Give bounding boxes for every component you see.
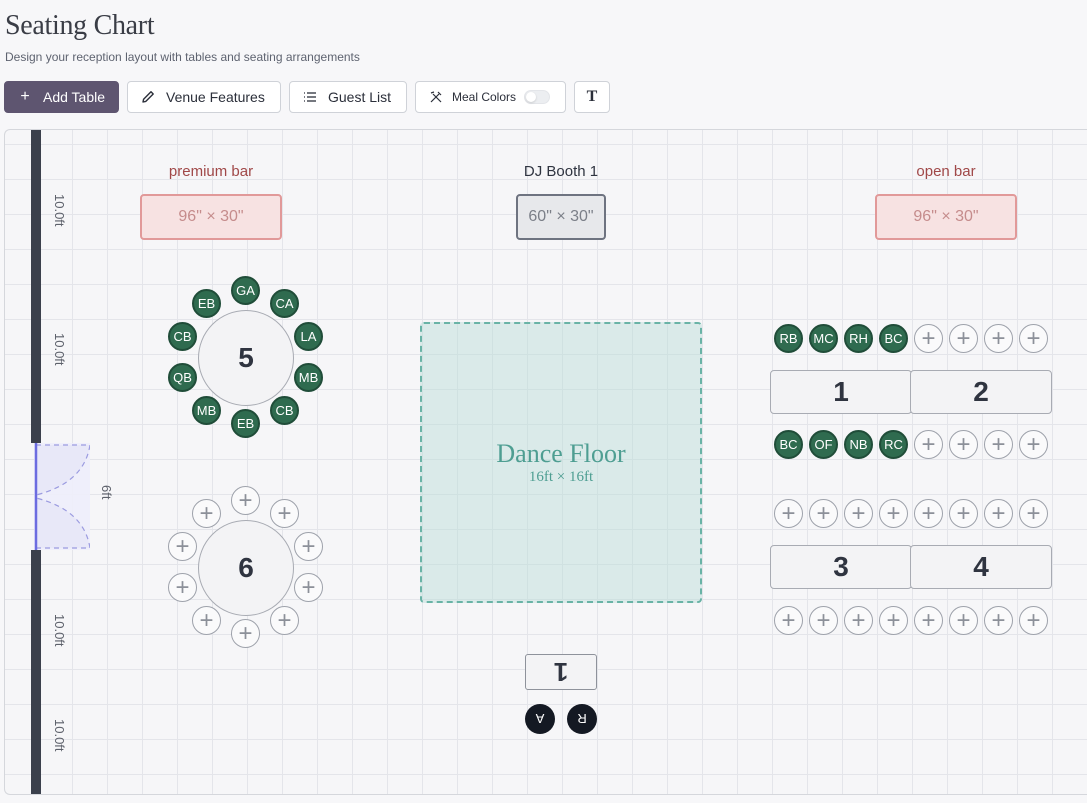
rect-table[interactable]: 2 <box>910 370 1052 414</box>
add-seat-button[interactable]: + <box>270 606 299 635</box>
seat-filled[interactable]: LA <box>294 322 323 351</box>
add-seat-button[interactable]: + <box>949 606 978 635</box>
page-subtitle: Design your reception layout with tables… <box>5 50 360 64</box>
seat-filled[interactable]: MC <box>809 324 838 353</box>
add-seat-button[interactable]: + <box>1019 430 1048 459</box>
add-table-label: Add Table <box>43 89 106 105</box>
seat-filled[interactable]: BC <box>774 430 803 459</box>
seat-filled[interactable]: CB <box>168 322 197 351</box>
meal-colors-toggle[interactable] <box>524 90 551 104</box>
add-seat-button[interactable]: + <box>168 573 197 602</box>
add-seat-button[interactable]: + <box>844 499 873 528</box>
add-seat-button[interactable]: + <box>949 324 978 353</box>
add-seat-button[interactable]: + <box>809 499 838 528</box>
meal-colors-button[interactable]: Meal Colors <box>415 81 566 113</box>
guest-list-label: Guest List <box>328 89 392 105</box>
meal-colors-label: Meal Colors <box>452 90 517 104</box>
seat-filled[interactable]: MB <box>294 363 323 392</box>
dj-booth[interactable]: 60" × 30" <box>516 194 606 240</box>
guest-list-button[interactable]: Guest List <box>289 81 407 113</box>
dance-floor-size: 16ft × 16ft <box>528 469 594 485</box>
wall-lower <box>31 550 41 794</box>
wall-length-label: 10.0ft <box>52 194 67 227</box>
seat-filled[interactable]: EB <box>231 409 260 438</box>
add-seat-button[interactable]: + <box>984 499 1013 528</box>
seat-filled[interactable]: BC <box>879 324 908 353</box>
add-seat-button[interactable]: + <box>774 499 803 528</box>
seat-filled[interactable]: RB <box>774 324 803 353</box>
add-seat-button[interactable]: + <box>879 606 908 635</box>
add-seat-button[interactable]: + <box>192 499 221 528</box>
dj-booth-label: DJ Booth 1 <box>523 163 599 180</box>
head-table-seat[interactable]: R <box>567 704 597 734</box>
door-width-label: 6ft <box>99 485 114 500</box>
add-seat-button[interactable]: + <box>949 430 978 459</box>
seat-filled[interactable]: MB <box>192 396 221 425</box>
seat-filled[interactable]: EB <box>192 289 221 318</box>
add-seat-button[interactable]: + <box>879 499 908 528</box>
wall-length-label: 10.0ft <box>52 333 67 366</box>
add-seat-button[interactable]: + <box>914 430 943 459</box>
venue-features-button[interactable]: Venue Features <box>127 81 281 113</box>
head-table-seat[interactable]: A <box>525 704 555 734</box>
open-bar[interactable]: 96" × 30" <box>875 194 1017 240</box>
add-seat-button[interactable]: + <box>231 619 260 648</box>
add-seat-button[interactable]: + <box>1019 499 1048 528</box>
toolbar: + Add Table Venue Features Guest List Me… <box>4 81 610 113</box>
add-seat-button[interactable]: + <box>294 532 323 561</box>
add-seat-button[interactable]: + <box>192 606 221 635</box>
wall-upper <box>31 130 41 443</box>
add-seat-button[interactable]: + <box>984 324 1013 353</box>
seat-filled[interactable]: GA <box>231 276 260 305</box>
add-seat-button[interactable]: + <box>270 499 299 528</box>
premium-bar-label: premium bar <box>168 163 254 180</box>
seat-filled[interactable]: RH <box>844 324 873 353</box>
add-seat-button[interactable]: + <box>984 606 1013 635</box>
add-seat-button[interactable]: + <box>294 573 323 602</box>
seat-filled[interactable]: OF <box>809 430 838 459</box>
head-table[interactable]: 1 <box>525 654 597 690</box>
add-seat-button[interactable]: + <box>914 606 943 635</box>
add-seat-button[interactable]: + <box>231 486 260 515</box>
seat-filled[interactable]: RC <box>879 430 908 459</box>
add-seat-button[interactable]: + <box>809 606 838 635</box>
round-table[interactable]: 6 <box>198 520 294 616</box>
seat-filled[interactable]: CA <box>270 289 299 318</box>
add-seat-button[interactable]: + <box>914 324 943 353</box>
venue-features-label: Venue Features <box>166 89 265 105</box>
seat-filled[interactable]: NB <box>844 430 873 459</box>
door-icon[interactable] <box>34 443 90 550</box>
dance-floor-name: Dance Floor <box>496 439 626 468</box>
add-seat-button[interactable]: + <box>774 606 803 635</box>
utensils-icon <box>428 90 444 104</box>
add-seat-button[interactable]: + <box>1019 324 1048 353</box>
add-seat-button[interactable]: + <box>984 430 1013 459</box>
add-seat-button[interactable]: + <box>844 606 873 635</box>
dance-floor[interactable]: Dance Floor 16ft × 16ft <box>420 322 702 603</box>
seat-filled[interactable]: QB <box>168 363 197 392</box>
page-title: Seating Chart <box>5 10 155 41</box>
add-seat-button[interactable]: + <box>949 499 978 528</box>
list-icon <box>302 89 318 105</box>
pencil-icon <box>140 89 156 105</box>
add-table-button[interactable]: + Add Table <box>4 81 119 113</box>
floor-plan-canvas[interactable]: 10.0ft 10.0ft 10.0ft 10.0ft 6ft premium … <box>4 129 1087 795</box>
seat-filled[interactable]: CB <box>270 396 299 425</box>
plus-icon: + <box>20 88 30 105</box>
add-seat-button[interactable]: + <box>914 499 943 528</box>
add-seat-button[interactable]: + <box>168 532 197 561</box>
wall-length-label: 10.0ft <box>52 614 67 647</box>
round-table[interactable]: 5 <box>198 310 294 406</box>
text-tool-button[interactable]: T <box>574 81 610 113</box>
premium-bar[interactable]: 96" × 30" <box>140 194 282 240</box>
rect-table[interactable]: 4 <box>910 545 1052 589</box>
rect-table[interactable]: 3 <box>770 545 912 589</box>
wall-length-label: 10.0ft <box>52 719 67 752</box>
open-bar-label: open bar <box>916 163 976 180</box>
add-seat-button[interactable]: + <box>1019 606 1048 635</box>
rect-table[interactable]: 1 <box>770 370 912 414</box>
